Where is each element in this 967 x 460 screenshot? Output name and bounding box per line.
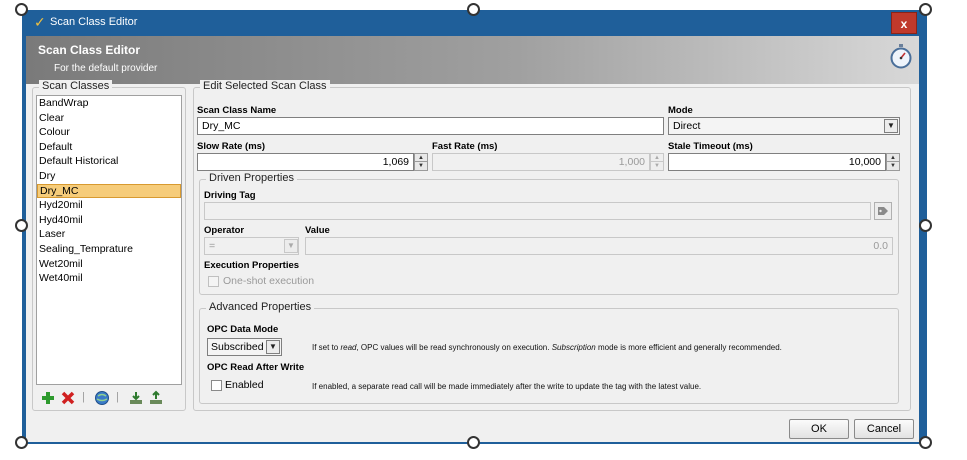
stepper-down-icon[interactable]: ▼ xyxy=(651,162,663,170)
slow-rate-label: Slow Rate (ms) xyxy=(197,141,266,152)
chevron-down-icon[interactable]: ▼ xyxy=(284,239,298,253)
scan-class-name-label: Scan Class Name xyxy=(197,105,277,116)
scan-class-item[interactable]: Colour xyxy=(37,125,181,140)
app-logo-icon: ✓ xyxy=(34,14,46,30)
resize-handle[interactable] xyxy=(467,436,480,449)
scan-class-item[interactable]: Hyd40mil xyxy=(37,213,181,228)
mode-value: Direct xyxy=(673,120,701,132)
scan-class-item[interactable]: Sealing_Temprature xyxy=(37,242,181,257)
stepper-up-icon[interactable]: ▲ xyxy=(651,154,663,162)
resize-handle[interactable] xyxy=(15,219,28,232)
slow-rate-input[interactable]: 1,069 xyxy=(197,153,414,171)
delete-icon[interactable] xyxy=(60,390,76,406)
driven-legend: Driven Properties xyxy=(206,172,297,184)
header-title: Scan Class Editor xyxy=(38,43,141,57)
resize-handle[interactable] xyxy=(919,3,932,16)
mode-select[interactable]: Direct xyxy=(668,117,900,135)
advanced-legend: Advanced Properties xyxy=(206,301,315,313)
one-shot-label: One-shot execution xyxy=(223,275,315,287)
slow-rate-stepper[interactable]: ▲ ▼ xyxy=(414,153,428,171)
import-icon[interactable] xyxy=(128,390,144,406)
scan-class-item[interactable]: Default Historical xyxy=(37,154,181,169)
chevron-down-icon[interactable]: ▼ xyxy=(266,340,280,354)
value-label: Value xyxy=(305,225,330,236)
edit-legend: Edit Selected Scan Class xyxy=(200,80,330,92)
value-input[interactable]: 0.0 xyxy=(305,237,893,255)
close-button[interactable]: x xyxy=(891,12,917,34)
scan-class-item[interactable]: Hyd20mil xyxy=(37,198,181,213)
stepper-down-icon[interactable]: ▼ xyxy=(887,162,899,170)
scan-class-item[interactable]: Default xyxy=(37,140,181,155)
resize-handle[interactable] xyxy=(15,436,28,449)
scan-class-name-input[interactable]: Dry_MC xyxy=(197,117,664,135)
toolbar-separator: | xyxy=(82,391,85,403)
tag-icon[interactable] xyxy=(874,202,892,220)
scan-class-item[interactable]: Wet20mil xyxy=(37,257,181,272)
opc-data-mode-label: OPC Data Mode xyxy=(207,324,279,335)
opc-data-mode-hint: If set to read, OPC values will be read … xyxy=(312,343,782,352)
chevron-down-icon[interactable]: ▼ xyxy=(884,119,898,133)
stepper-down-icon[interactable]: ▼ xyxy=(415,162,427,170)
header-subtitle: For the default provider xyxy=(54,63,158,74)
scan-classes-legend: Scan Classes xyxy=(39,80,113,92)
header-banner: Scan Class Editor For the default provid… xyxy=(26,36,919,84)
toolbar-separator: | xyxy=(116,391,119,403)
stale-timeout-stepper[interactable]: ▲ ▼ xyxy=(886,153,900,171)
fast-rate-label: Fast Rate (ms) xyxy=(432,141,498,152)
enabled-checkbox[interactable] xyxy=(211,380,222,391)
driving-tag-label: Driving Tag xyxy=(204,190,256,201)
fast-rate-input[interactable]: 1,000 xyxy=(432,153,650,171)
resize-handle[interactable] xyxy=(467,3,480,16)
stopwatch-icon xyxy=(890,44,912,69)
enabled-label: Enabled xyxy=(225,379,264,391)
scan-class-item[interactable]: Dry_MC xyxy=(37,183,181,199)
stepper-up-icon[interactable]: ▲ xyxy=(415,154,427,162)
stale-timeout-label: Stale Timeout (ms) xyxy=(668,141,753,152)
mode-label: Mode xyxy=(668,105,693,116)
opc-data-mode-value: Subscribed xyxy=(211,341,264,353)
ok-button[interactable]: OK xyxy=(789,419,849,439)
stale-timeout-input[interactable]: 10,000 xyxy=(668,153,886,171)
scan-class-list[interactable]: BandWrap Clear Colour Default Default Histor… xyxy=(36,95,182,385)
resize-handle[interactable] xyxy=(15,3,28,16)
resize-handle[interactable] xyxy=(919,219,932,232)
one-shot-checkbox[interactable] xyxy=(208,276,219,287)
read-after-write-hint: If enabled, a separate read call will be… xyxy=(312,382,702,391)
add-icon[interactable] xyxy=(40,390,56,406)
window-title: Scan Class Editor xyxy=(50,16,138,28)
driving-tag-input[interactable] xyxy=(204,202,871,220)
scan-class-item[interactable]: Clear xyxy=(37,111,181,126)
stepper-up-icon[interactable]: ▲ xyxy=(887,154,899,162)
operator-value: = xyxy=(209,240,216,252)
scan-class-item[interactable]: Wet40mil xyxy=(37,271,181,286)
scan-class-item[interactable]: BandWrap xyxy=(37,96,181,111)
scan-class-item[interactable]: Dry xyxy=(37,169,181,184)
export-icon[interactable] xyxy=(148,390,164,406)
execution-properties-label: Execution Properties xyxy=(204,260,300,271)
operator-label: Operator xyxy=(204,225,245,236)
resize-handle[interactable] xyxy=(919,436,932,449)
fast-rate-stepper[interactable]: ▲ ▼ xyxy=(650,153,664,171)
globe-icon[interactable] xyxy=(94,390,110,406)
opc-read-after-write-label: OPC Read After Write xyxy=(207,362,305,373)
scan-class-item[interactable]: Laser xyxy=(37,227,181,242)
cancel-button[interactable]: Cancel xyxy=(854,419,914,439)
